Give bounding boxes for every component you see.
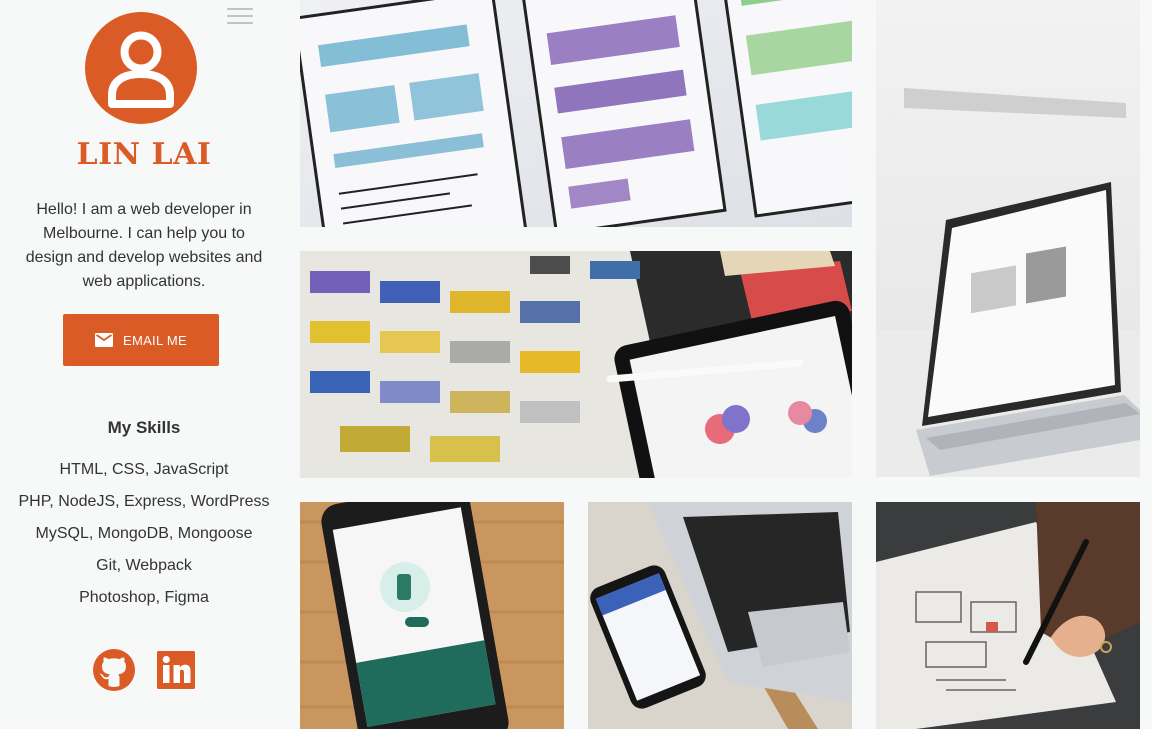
phone-app-photo[interactable] <box>300 502 564 729</box>
bio-text: Hello! I am a web developer in Melbourne… <box>25 201 263 290</box>
skill-item: PHP, NodeJS, Express, WordPress <box>18 493 270 510</box>
email-button-label: EMAIL ME <box>122 332 188 348</box>
email-me-button[interactable]: EMAIL ME <box>63 314 219 366</box>
phone-laptop-photo[interactable] <box>588 502 852 729</box>
skills-title: My Skills <box>107 418 181 437</box>
github-icon <box>93 649 135 691</box>
color-swatches-tablet-photo[interactable] <box>300 251 852 478</box>
skill-item: Git, Webpack <box>96 557 192 574</box>
menu-icon[interactable] <box>227 4 253 28</box>
wireframe-sketch-photo[interactable] <box>300 0 852 227</box>
laptop-photo[interactable] <box>876 0 1140 477</box>
hand-drawing-wireframe-photo[interactable] <box>876 502 1140 729</box>
skill-item: Photoshop, Figma <box>79 589 209 606</box>
linkedin-icon <box>157 651 195 689</box>
linkedin-link[interactable] <box>154 648 198 692</box>
sidebar: LIN LAI Hello! I am a web developer in M… <box>0 0 288 729</box>
skills-list: HTML, CSS, JavaScript PHP, NodeJS, Expre… <box>0 454 288 614</box>
mail-icon <box>94 333 113 347</box>
skill-item: MySQL, MongoDB, Mongoose <box>35 525 253 542</box>
skill-item: HTML, CSS, JavaScript <box>59 461 229 478</box>
user-icon <box>108 31 174 108</box>
social-links <box>92 648 198 692</box>
github-link[interactable] <box>92 648 136 692</box>
profile-name: LIN LAI <box>76 137 212 172</box>
avatar <box>85 12 197 124</box>
